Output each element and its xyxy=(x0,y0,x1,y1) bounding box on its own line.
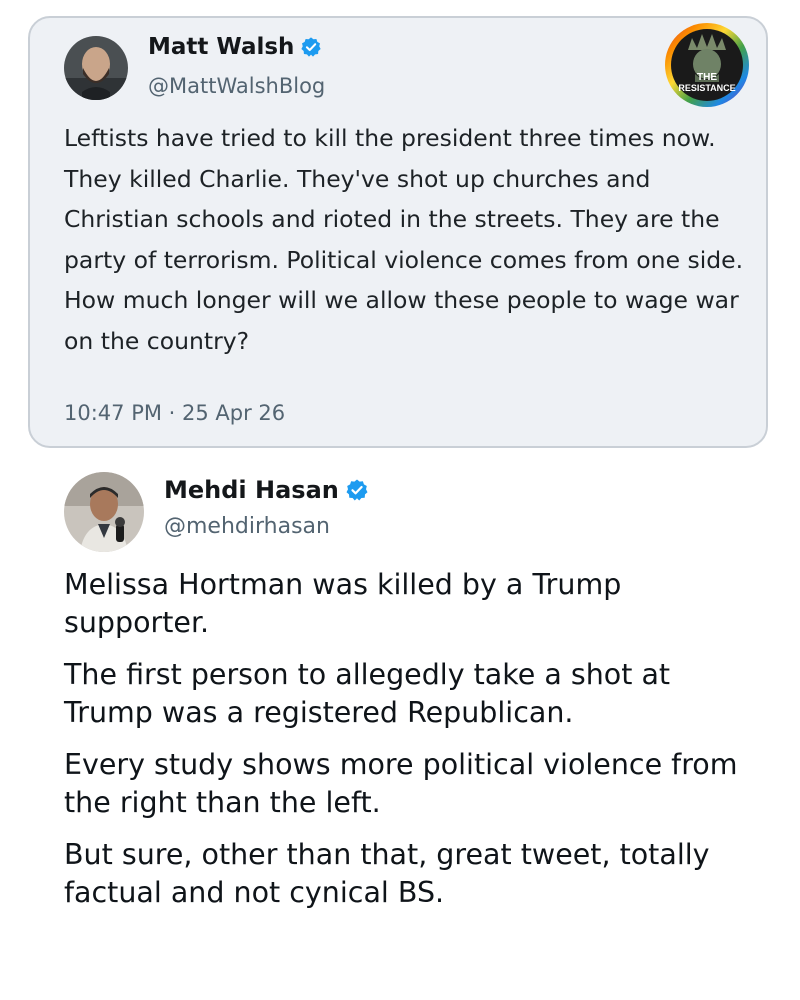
reply-paragraph: But sure, other than that, great tweet, … xyxy=(64,838,710,909)
logo-line-1: THE xyxy=(697,72,717,83)
verified-badge-icon xyxy=(345,478,369,502)
reply-author-name[interactable]: Mehdi Hasan xyxy=(164,476,339,504)
quoted-tweet-card[interactable]: Matt Walsh @MattWalshBlog Leftists have … xyxy=(28,16,768,448)
quoted-tweet-text: Leftists have tried to kill the presiden… xyxy=(64,124,744,355)
reply-paragraph: Every study shows more political violenc… xyxy=(64,748,738,819)
reply-author-handle[interactable]: @mehdirhasan xyxy=(164,514,330,539)
avatar[interactable] xyxy=(64,472,144,552)
avatar[interactable] xyxy=(64,36,128,100)
reply-author-row: Mehdi Hasan xyxy=(164,476,369,504)
quoted-author-row: Matt Walsh xyxy=(148,34,322,60)
reply-paragraph: Melissa Hortman was killed by a Trump su… xyxy=(64,568,622,639)
reply-tweet-text: Melissa Hortman was killed by a Trump su… xyxy=(64,566,764,926)
quoted-author-name[interactable]: Matt Walsh xyxy=(148,34,294,60)
verified-badge-icon xyxy=(300,36,322,58)
the-resistance-logo-icon: THE RESISTANCE xyxy=(662,20,752,110)
quoted-tweet-timestamp[interactable]: 10:47 PM · 25 Apr 26 xyxy=(64,401,285,425)
reply-paragraph: The first person to allegedly take a sho… xyxy=(64,658,671,729)
logo-line-2: RESISTANCE xyxy=(678,83,735,93)
quoted-author-handle[interactable]: @MattWalshBlog xyxy=(148,74,325,98)
